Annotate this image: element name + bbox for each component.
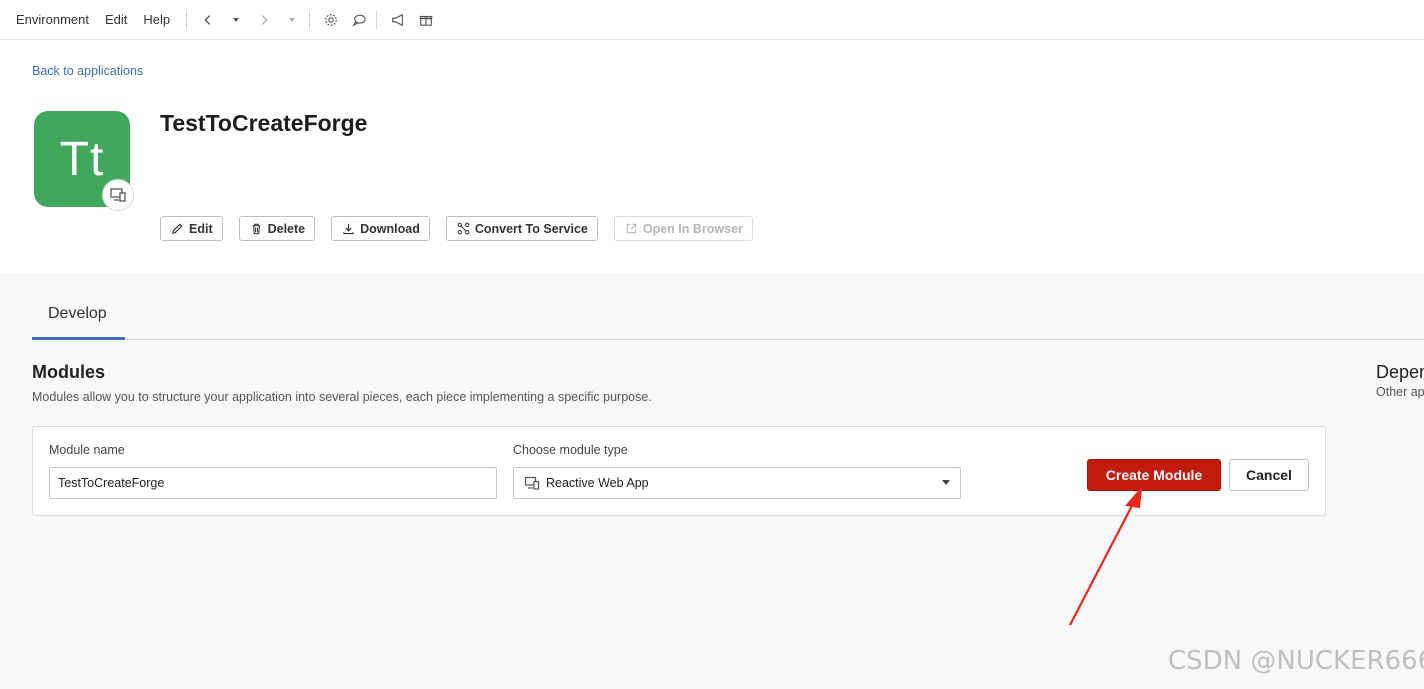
convert-icon bbox=[457, 222, 470, 235]
dependencies-title: Depen bbox=[1376, 362, 1424, 382]
menu-help[interactable]: Help bbox=[143, 12, 170, 27]
edit-button[interactable]: Edit bbox=[160, 216, 223, 241]
open-in-browser-button[interactable]: Open In Browser bbox=[613, 216, 753, 241]
menu-environment[interactable]: Environment bbox=[16, 12, 89, 27]
chevron-down-icon bbox=[942, 480, 950, 485]
megaphone-icon[interactable] bbox=[387, 9, 409, 31]
menu-bar: Environment Edit Help bbox=[0, 0, 1424, 40]
pencil-icon bbox=[172, 223, 183, 234]
gear-icon[interactable] bbox=[320, 9, 342, 31]
delete-button[interactable]: Delete bbox=[238, 216, 316, 241]
tab-active-indicator bbox=[32, 337, 125, 340]
external-link-icon bbox=[626, 223, 637, 234]
reactive-web-app-icon bbox=[524, 476, 540, 490]
download-button[interactable]: Download bbox=[331, 216, 430, 241]
app-actions: Edit Delete Download Convert To Service … bbox=[160, 216, 769, 241]
module-type-select[interactable]: Reactive Web App bbox=[513, 467, 961, 499]
gift-icon[interactable] bbox=[415, 9, 437, 31]
module-name-label: Module name bbox=[49, 443, 125, 457]
delete-button-label: Delete bbox=[267, 221, 306, 236]
trash-icon bbox=[252, 223, 260, 235]
convert-to-service-button[interactable]: Convert To Service bbox=[445, 216, 598, 241]
menu-divider bbox=[309, 10, 311, 29]
cancel-button[interactable]: Cancel bbox=[1229, 459, 1309, 491]
modules-description: Modules allow you to structure your appl… bbox=[32, 390, 652, 404]
app-header: Back to applications Tt TestToCreateForg… bbox=[0, 40, 1424, 273]
create-module-button[interactable]: Create Module bbox=[1087, 459, 1221, 491]
menu-divider bbox=[376, 10, 378, 29]
menu-edit[interactable]: Edit bbox=[105, 12, 127, 27]
dependencies-description: Other ap bbox=[1376, 385, 1424, 399]
app-initials: Tt bbox=[59, 132, 105, 186]
module-type-label: Choose module type bbox=[513, 443, 628, 457]
back-dropdown-icon[interactable] bbox=[225, 9, 247, 31]
tab-develop[interactable]: Develop bbox=[48, 305, 107, 323]
convert-to-service-label: Convert To Service bbox=[474, 221, 588, 236]
download-button-label: Download bbox=[360, 221, 420, 236]
menu-divider bbox=[186, 10, 188, 29]
reactive-web-app-badge-icon bbox=[102, 179, 134, 211]
create-module-form: Module name Choose module type Reactive … bbox=[32, 426, 1326, 516]
open-in-browser-label: Open In Browser bbox=[642, 221, 743, 236]
edit-button-label: Edit bbox=[189, 221, 213, 236]
forward-dropdown-icon[interactable] bbox=[281, 9, 303, 31]
back-to-applications-link[interactable]: Back to applications bbox=[32, 64, 143, 78]
tab-divider bbox=[32, 339, 1424, 340]
module-type-value: Reactive Web App bbox=[546, 476, 649, 490]
forward-arrow-icon[interactable] bbox=[253, 9, 275, 31]
download-icon bbox=[343, 223, 354, 235]
app-title: TestToCreateForge bbox=[160, 110, 368, 136]
module-name-input[interactable] bbox=[49, 467, 497, 499]
modules-title: Modules bbox=[32, 362, 106, 382]
watermark: CSDN @NUCKER666 bbox=[1168, 646, 1424, 676]
back-arrow-icon[interactable] bbox=[197, 9, 219, 31]
chat-icon[interactable] bbox=[348, 9, 370, 31]
